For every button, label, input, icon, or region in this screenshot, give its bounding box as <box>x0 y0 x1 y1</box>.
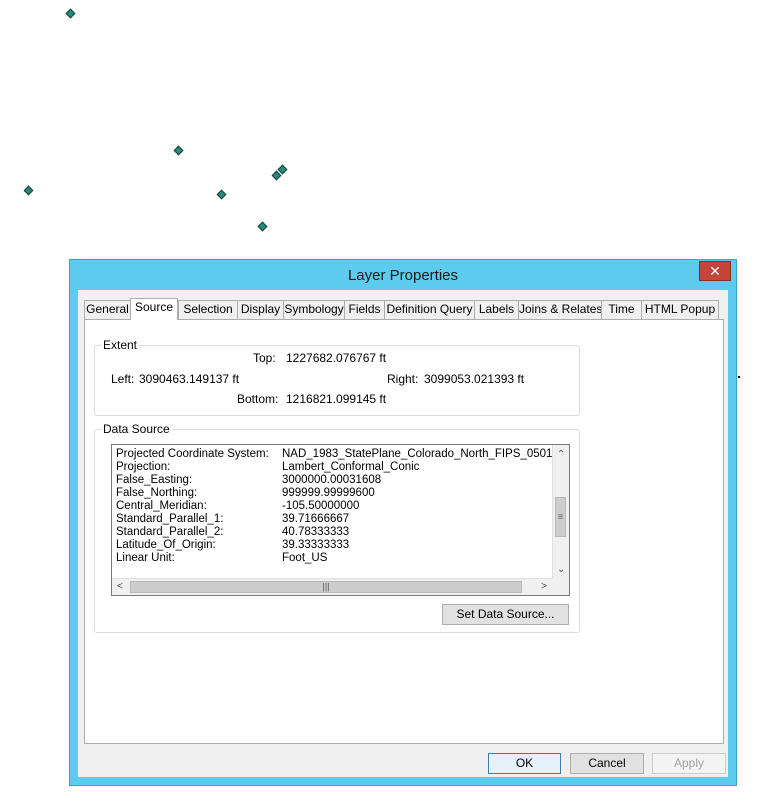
property-value: Lambert_Conformal_Conic <box>282 461 420 473</box>
property-name: False_Northing: <box>116 487 198 499</box>
ok-button[interactable]: OK <box>488 753 561 774</box>
horizontal-scrollbar[interactable]: < ||| > <box>112 578 552 595</box>
tab-fields[interactable]: Fields <box>344 300 385 319</box>
extent-bottom-label: Bottom: <box>237 392 279 406</box>
map-point <box>257 221 268 232</box>
property-name: Projection: <box>116 461 171 473</box>
dialog-client-area: General Source Selection Display Symbolo… <box>78 290 728 777</box>
extent-group: Extent Top: 1227682.076767 ft Left: 3090… <box>94 338 580 416</box>
extent-top-label: Top: <box>253 351 276 365</box>
tab-selection[interactable]: Selection <box>178 300 238 319</box>
grip-icon: ≡ <box>557 511 564 522</box>
extent-legend: Extent <box>101 338 140 352</box>
property-value: Foot_US <box>282 552 328 564</box>
dialog-title: Layer Properties <box>347 267 459 284</box>
set-data-source-button[interactable]: Set Data Source... <box>442 604 569 625</box>
map-point <box>173 145 184 156</box>
horizontal-scroll-thumb[interactable]: ||| <box>130 581 522 593</box>
layer-properties-dialog: Layer Properties ✕ General Source Select… <box>69 259 737 786</box>
map-point <box>216 189 227 200</box>
tab-general[interactable]: General <box>84 300 131 319</box>
source-tab-panel: Extent Top: 1227682.076767 ft Left: 3090… <box>84 319 724 744</box>
extent-bottom-value: 1216821.099145 ft <box>286 392 387 406</box>
extent-right-value: 3099053.021393 ft <box>424 372 525 386</box>
tab-symbology[interactable]: Symbology <box>283 300 345 319</box>
tab-definition-query[interactable]: Definition Query <box>384 300 475 319</box>
cancel-button[interactable]: Cancel <box>570 753 644 774</box>
data-source-legend: Data Source <box>101 422 172 436</box>
property-name: Projected Coordinate System: <box>116 448 269 460</box>
scroll-down-icon[interactable]: ⌄ <box>557 564 565 576</box>
extent-left-value: 3090463.149137 ft <box>139 372 240 386</box>
property-value: NAD_1983_StatePlane_Colorado_North_FIPS_… <box>282 448 552 460</box>
tab-labels[interactable]: Labels <box>474 300 519 319</box>
tab-html-popup[interactable]: HTML Popup <box>641 300 719 319</box>
scroll-up-icon[interactable]: ⌃ <box>557 449 565 461</box>
title-bar[interactable]: Layer Properties ✕ <box>70 260 736 290</box>
property-name: Central_Meridian: <box>116 500 207 512</box>
property-value: 39.71666667 <box>282 513 350 525</box>
extent-right-label: Right: <box>387 372 419 386</box>
extent-left-label: Left: <box>111 372 135 386</box>
scroll-left-icon[interactable]: < <box>117 581 123 593</box>
map-point <box>23 185 34 196</box>
extent-top-value: 1227682.076767 ft <box>286 351 387 365</box>
scrollbar-corner <box>552 578 569 595</box>
scroll-right-icon[interactable]: > <box>541 581 547 593</box>
tab-time[interactable]: Time <box>601 300 642 319</box>
tab-source[interactable]: Source <box>130 298 178 320</box>
data-source-group: Data Source Projected Coordinate System:… <box>94 422 580 633</box>
property-value: 39.33333333 <box>282 539 350 551</box>
tab-joins-relates[interactable]: Joins & Relates <box>518 300 602 319</box>
property-name: Linear Unit: <box>116 552 175 564</box>
close-icon: ✕ <box>709 263 721 279</box>
property-name: False_Easting: <box>116 474 193 486</box>
property-name: Standard_Parallel_2: <box>116 526 224 538</box>
property-name: Standard_Parallel_1: <box>116 513 224 525</box>
vertical-scroll-thumb[interactable]: ≡ <box>555 497 566 537</box>
property-value: 3000000.00031608 <box>282 474 382 486</box>
property-name: Latitude_Of_Origin: <box>116 539 216 551</box>
map-point <box>738 376 740 378</box>
property-value: 40.78333333 <box>282 526 350 538</box>
apply-button[interactable]: Apply <box>652 753 726 774</box>
property-value: 999999.99999600 <box>282 487 375 499</box>
data-source-listbox[interactable]: Projected Coordinate System: NAD_1983_St… <box>111 444 570 596</box>
close-button[interactable]: ✕ <box>699 261 731 281</box>
tab-strip: General Source Selection Display Symbolo… <box>84 298 722 320</box>
tab-display[interactable]: Display <box>237 300 284 319</box>
grip-icon: ||| <box>322 581 330 592</box>
vertical-scrollbar[interactable]: ⌃ ≡ ⌄ <box>552 445 569 578</box>
property-value: -105.50000000 <box>282 500 360 512</box>
map-point <box>65 8 76 19</box>
